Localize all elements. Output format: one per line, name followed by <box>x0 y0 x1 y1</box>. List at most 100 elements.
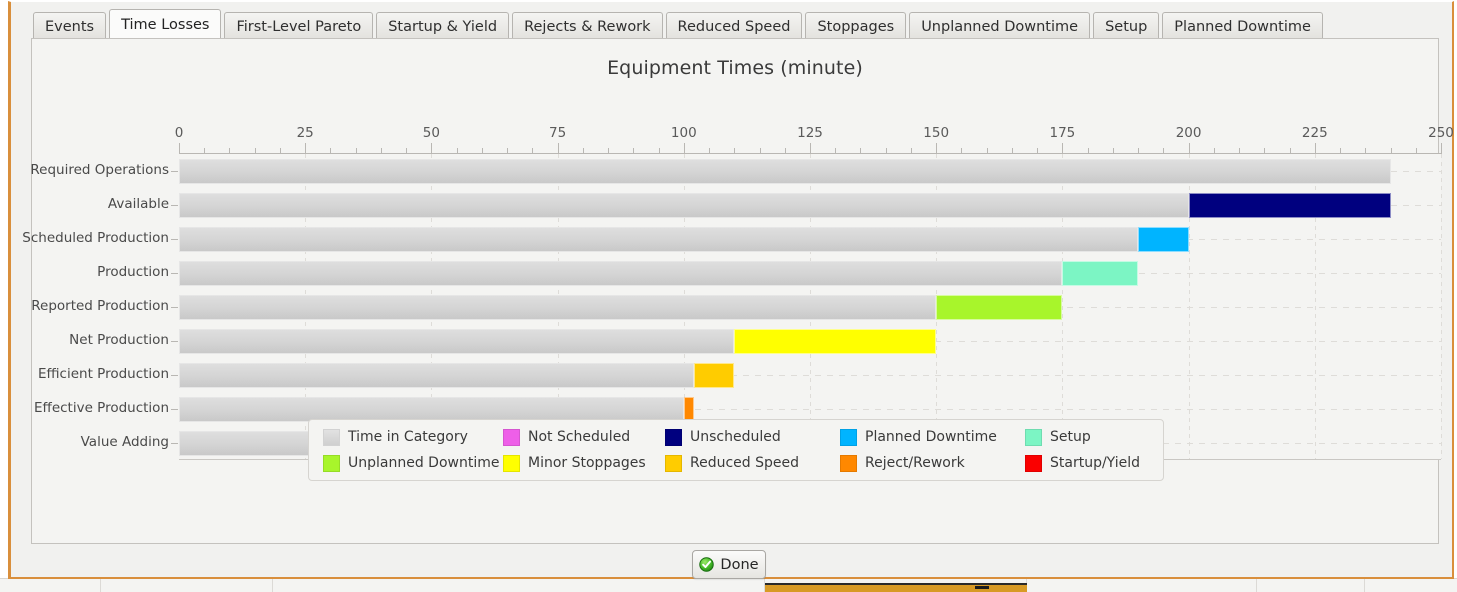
legend-swatch-icon <box>1025 428 1042 446</box>
legend-swatch-icon <box>665 428 682 446</box>
chart-legend: Time in Category Not Scheduled Unscheduled… <box>308 419 1164 481</box>
tab-label: First-Level Pareto <box>236 18 362 35</box>
x-axis-major-tick <box>1314 143 1316 154</box>
y-axis-tick-label: Value Adding <box>80 434 169 450</box>
table-row <box>179 226 1139 252</box>
tab-first-level-pareto[interactable]: First-Level Pareto <box>224 12 374 40</box>
legend-label: Startup/Yield <box>1050 455 1141 471</box>
x-axis-major-tick <box>683 143 685 154</box>
tab-label: Rejects & Rework <box>524 18 651 35</box>
table-row <box>179 362 694 388</box>
background-grid-strip <box>0 578 1457 592</box>
tab-rejects-rework[interactable]: Rejects & Rework <box>512 12 663 40</box>
tab-setup[interactable]: Setup <box>1093 12 1160 40</box>
tab-bar: Events Time Losses First-Level Pareto Start… <box>11 6 1452 40</box>
table-row <box>179 260 1063 286</box>
chart-panel: Equipment Times (minute) 0 25 50 75 100 125 15… <box>22 38 1454 544</box>
tab-events[interactable]: Events <box>33 12 107 40</box>
dialog-body: Events Time Losses First-Level Pareto Start… <box>11 2 1454 579</box>
bar-segment-minor-stoppages <box>734 328 937 354</box>
legend-label: Planned Downtime <box>865 429 997 445</box>
table-row <box>179 328 735 354</box>
legend-item-startup-yield[interactable]: Startup/Yield <box>1025 454 1175 472</box>
tab-label: Time Losses <box>121 17 210 33</box>
x-axis-major-tick <box>557 143 559 154</box>
green-check-circle-icon <box>699 557 715 572</box>
legend-swatch-icon <box>503 428 520 446</box>
y-axis-tick-label: Net Production <box>69 332 169 348</box>
y-axis-tick <box>171 307 178 308</box>
tab-label: Stoppages <box>817 18 895 35</box>
y-axis-tick <box>171 239 178 240</box>
legend-item-not-scheduled[interactable]: Not Scheduled <box>503 428 665 446</box>
tab-label: Reduced Speed <box>677 18 791 35</box>
x-axis-major-tick <box>1441 143 1442 154</box>
legend-swatch-icon <box>503 454 520 472</box>
legend-swatch-icon <box>840 454 857 472</box>
table-row <box>179 158 1391 184</box>
bar-segment-unplanned-downtime <box>936 294 1063 320</box>
table-row <box>179 294 937 320</box>
tab-startup-yield[interactable]: Startup & Yield <box>376 12 510 40</box>
tab-stoppages[interactable]: Stoppages <box>805 12 907 40</box>
desktop-background: Events Time Losses First-Level Pareto Start… <box>0 0 1457 592</box>
done-button-label: Done <box>720 556 759 573</box>
legend-label: Time in Category <box>348 429 468 445</box>
x-axis: 0 25 50 75 100 125 150 175 200 225 250 <box>175 120 1454 154</box>
x-axis-tick-label: 150 <box>923 125 950 141</box>
legend-item-unplanned-downtime[interactable]: Unplanned Downtime <box>323 454 503 472</box>
legend-label: Reject/Rework <box>865 455 965 471</box>
tab-time-losses[interactable]: Time Losses <box>109 9 222 40</box>
tab-unplanned-downtime[interactable]: Unplanned Downtime <box>909 12 1091 40</box>
legend-item-minor-stoppages[interactable]: Minor Stoppages <box>503 454 665 472</box>
y-axis-tick-label: Production <box>97 264 169 280</box>
x-axis-major-tick <box>305 143 307 154</box>
tab-reduced-speed[interactable]: Reduced Speed <box>665 12 803 40</box>
tab-label: Startup & Yield <box>388 18 498 35</box>
chart-gridline <box>1441 154 1442 459</box>
y-axis-tick <box>171 375 178 376</box>
x-axis-tick-label: 225 <box>1301 125 1328 141</box>
legend-item-reject-rework[interactable]: Reject/Rework <box>840 454 1025 472</box>
legend-item-planned-downtime[interactable]: Planned Downtime <box>840 428 1025 446</box>
tab-planned-downtime[interactable]: Planned Downtime <box>1162 12 1323 40</box>
table-row <box>179 396 684 422</box>
legend-item-setup[interactable]: Setup <box>1025 428 1175 446</box>
bars-region: Required Operations Available Scheduled Pr… <box>22 154 1442 460</box>
legend-label: Unplanned Downtime <box>348 455 500 471</box>
legend-item-unscheduled[interactable]: Unscheduled <box>665 428 840 446</box>
x-axis-tick-label: 100 <box>670 125 697 141</box>
tab-label: Planned Downtime <box>1174 18 1311 35</box>
bar-segment-unscheduled <box>1188 192 1391 218</box>
y-axis-tick-label: Efficient Production <box>37 366 169 382</box>
table-row <box>179 192 1189 218</box>
x-axis-major-tick <box>936 143 938 154</box>
y-axis-tick-label: Available <box>107 196 169 212</box>
x-axis-tick-label: 50 <box>422 125 440 141</box>
legend-swatch-icon <box>1025 454 1042 472</box>
y-axis-tick <box>171 273 178 274</box>
legend-swatch-icon <box>323 454 340 472</box>
dialog-footer: Done <box>31 546 1439 579</box>
y-axis-tick <box>171 205 178 206</box>
bar-segment-setup <box>1062 260 1139 286</box>
tab-label: Unplanned Downtime <box>921 18 1079 35</box>
x-axis-tick-label: 125 <box>797 125 823 141</box>
y-axis-tick-label: Effective Production <box>33 400 169 416</box>
background-orange-bar-handle <box>975 586 989 589</box>
done-button[interactable]: Done <box>692 550 766 579</box>
legend-label: Not Scheduled <box>528 429 631 445</box>
legend-item-time-in-category[interactable]: Time in Category <box>323 428 503 446</box>
x-axis-tick-label: 250 <box>1428 125 1454 141</box>
bar-segment-reduced-speed <box>693 362 735 388</box>
legend-label: Setup <box>1050 429 1091 445</box>
legend-swatch-icon <box>323 428 340 446</box>
legend-item-reduced-speed[interactable]: Reduced Speed <box>665 454 840 472</box>
y-axis-tick <box>171 443 178 444</box>
y-axis-tick-label: Scheduled Production <box>22 230 169 246</box>
x-axis-tick-label: 25 <box>296 125 314 141</box>
y-axis-tick <box>171 409 178 410</box>
y-axis-tick <box>171 171 178 172</box>
x-axis-major-tick <box>431 143 433 154</box>
x-axis-tick-label: 200 <box>1175 125 1202 141</box>
